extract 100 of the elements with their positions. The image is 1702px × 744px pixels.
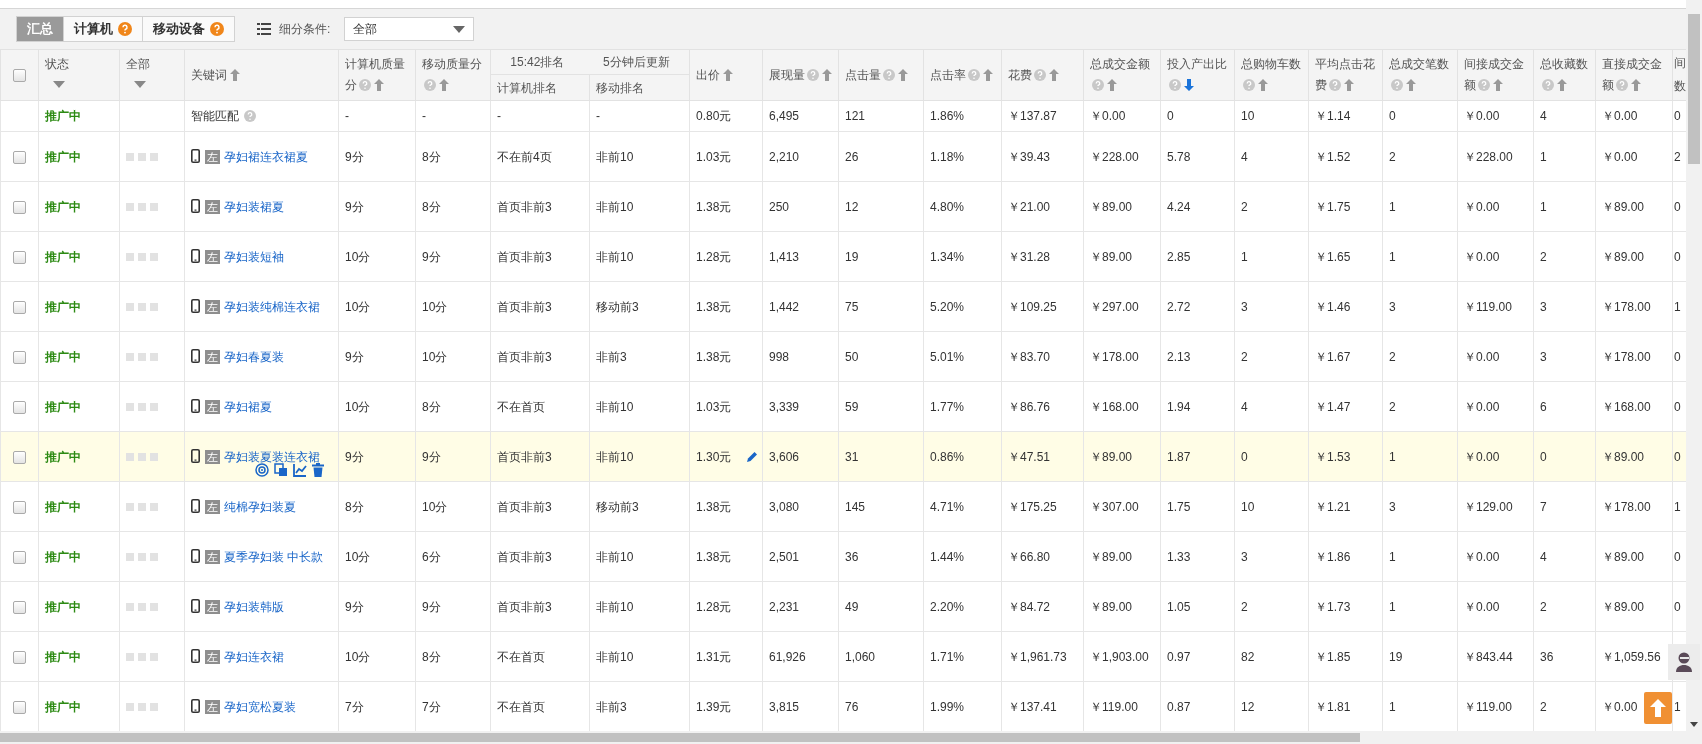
filter-select[interactable]: 全部 <box>344 17 475 41</box>
chart-icon[interactable] <box>293 463 307 477</box>
toggle-squares-icon[interactable] <box>126 152 158 161</box>
phone-icon <box>191 648 200 663</box>
help-icon <box>1092 79 1104 91</box>
keyword-link[interactable]: 纯棉孕妇装夏 <box>224 499 296 514</box>
row-checkbox[interactable] <box>13 550 26 564</box>
toggle-squares-icon[interactable] <box>126 302 158 311</box>
vertical-scrollbar[interactable] <box>1686 0 1702 731</box>
toggle-squares-icon[interactable] <box>126 452 158 461</box>
table-cell: 1.38元 <box>689 331 763 382</box>
help-icon <box>1542 79 1554 91</box>
row-checkbox[interactable] <box>13 700 26 714</box>
column-header: 间数 <box>1674 55 1686 95</box>
table-cell: ￥1.86 <box>1308 531 1383 582</box>
table-cell: 3 <box>1234 531 1309 582</box>
keyword-link[interactable]: 孕妇宽松夏装 <box>224 699 296 714</box>
toggle-squares-icon[interactable] <box>126 252 158 261</box>
row-checkbox[interactable] <box>13 450 26 464</box>
keyword-link[interactable]: 孕妇装纯棉连衣裙 <box>224 299 320 314</box>
keyword-link[interactable]: 孕妇装裙夏 <box>224 199 284 214</box>
row-checkbox[interactable] <box>13 650 26 664</box>
table-cell: 不在首页 <box>490 381 590 432</box>
keyword-link[interactable]: 孕妇裙夏 <box>224 399 272 414</box>
row-checkbox[interactable] <box>13 600 26 614</box>
toggle-squares-icon[interactable] <box>126 352 158 361</box>
toggle-squares-icon[interactable] <box>126 552 158 561</box>
keyword-link[interactable]: 孕妇连衣裙 <box>224 649 284 664</box>
copy-icon[interactable] <box>274 463 288 477</box>
keyword-link[interactable]: 孕妇装夏装连衣裙 <box>224 449 320 464</box>
scroll-thumb[interactable] <box>1688 14 1700 164</box>
table-cell: 1.31元 <box>689 631 763 682</box>
trash-icon[interactable] <box>312 463 324 477</box>
sort-up-icon[interactable] <box>1107 79 1117 91</box>
scroll-thumb[interactable] <box>0 733 1360 742</box>
sort-up-icon[interactable] <box>1258 79 1268 91</box>
table-cell: - <box>490 100 590 132</box>
table-cell: ￥89.00 <box>1083 231 1161 282</box>
table-cell: 1.28元 <box>689 581 763 632</box>
row-checkbox[interactable] <box>13 500 26 514</box>
row-checkbox[interactable] <box>13 250 26 264</box>
sort-up-icon[interactable] <box>439 79 449 91</box>
table-cell: 8分 <box>415 181 491 232</box>
help-icon <box>424 79 436 91</box>
table-cell: 移动前3 <box>589 281 690 332</box>
sort-up-icon[interactable] <box>1557 79 1567 91</box>
support-button[interactable] <box>1668 644 1700 680</box>
toggle-squares-icon[interactable] <box>126 702 158 711</box>
keyword-link[interactable]: 孕妇装韩版 <box>224 599 284 614</box>
toggle-squares-icon[interactable] <box>126 402 158 411</box>
select-all-checkbox[interactable] <box>13 68 26 82</box>
sort-up-icon[interactable] <box>1493 79 1503 91</box>
table-cell: 49 <box>838 581 924 632</box>
sort-up-icon[interactable] <box>374 79 384 91</box>
toggle-squares-icon[interactable] <box>126 202 158 211</box>
sort-up-icon[interactable] <box>983 68 993 81</box>
target-icon[interactable] <box>255 463 269 477</box>
keyword-link[interactable]: 孕妇裙连衣裙夏 <box>224 149 308 164</box>
keyword-link[interactable]: 夏季孕妇装 中长款 <box>224 549 324 564</box>
table-cell: 4 <box>1533 100 1596 132</box>
sort-up-icon[interactable] <box>822 68 832 81</box>
sort-up-icon[interactable] <box>1631 79 1641 91</box>
phone-icon <box>191 248 200 263</box>
toggle-squares-icon[interactable] <box>126 602 158 611</box>
row-checkbox[interactable] <box>13 350 26 364</box>
table-cell: 3 <box>1234 281 1309 332</box>
table-cell: 非前10 <box>589 581 690 632</box>
table-cell: 19 <box>838 231 924 282</box>
keyword-link[interactable]: 孕妇装短袖 <box>224 249 284 264</box>
table-cell: 3,339 <box>762 381 839 432</box>
position-badge: 左 <box>205 549 220 564</box>
toggle-squares-icon[interactable] <box>126 652 158 661</box>
back-to-top-button[interactable] <box>1644 692 1672 724</box>
table-cell: 首页非前3 <box>490 431 590 482</box>
edit-icon[interactable] <box>746 451 758 463</box>
row-checkbox[interactable] <box>13 200 26 214</box>
sort-up-icon[interactable] <box>1344 79 1354 91</box>
row-checkbox[interactable] <box>13 400 26 414</box>
sort-down-icon[interactable] <box>1184 79 1194 91</box>
row-checkbox[interactable] <box>13 300 26 314</box>
table-cell: 250 <box>762 181 839 232</box>
device-tab[interactable]: 移动设备 <box>142 17 234 41</box>
table-cell: ￥0.00 <box>1457 381 1534 432</box>
device-tab[interactable]: 计算机 <box>63 17 142 41</box>
sort-up-icon[interactable] <box>1049 68 1059 81</box>
table-cell: ￥137.87 <box>1001 100 1084 132</box>
sort-up-icon[interactable] <box>898 68 908 81</box>
toggle-squares-icon[interactable] <box>126 502 158 511</box>
help-icon <box>359 79 371 91</box>
sort-up-icon[interactable] <box>723 68 733 81</box>
caret-icon[interactable] <box>1690 722 1698 727</box>
sort-up-icon[interactable] <box>230 68 240 81</box>
table-cell: ￥178.00 <box>1595 281 1673 332</box>
sort-up-icon[interactable] <box>1406 79 1416 91</box>
table-cell: 1 <box>1533 131 1596 182</box>
keyword-link[interactable]: 孕妇春夏装 <box>224 349 284 364</box>
table-cell: ￥129.00 <box>1457 481 1534 532</box>
horizontal-scrollbar[interactable] <box>0 731 1702 744</box>
table-cell: 12 <box>838 181 924 232</box>
row-checkbox[interactable] <box>13 150 26 164</box>
